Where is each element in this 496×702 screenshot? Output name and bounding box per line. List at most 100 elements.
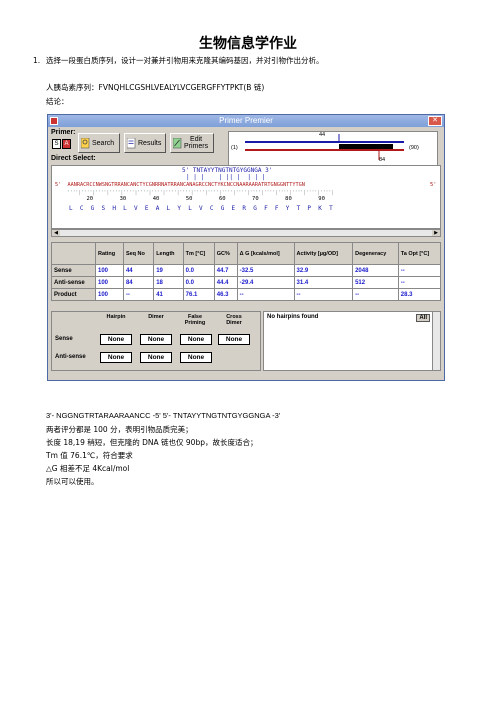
no-hairpins-message: No hairpins found [267, 314, 319, 320]
primer-premier-window: Primer Premier ✕ Primer: S A Search Resu… [47, 114, 445, 381]
table-row: Sense 100 44 19 0.0 44.7 -32.5 32.9 2048… [51, 264, 442, 277]
vertical-scrollbar[interactable] [432, 312, 440, 370]
cell: -32.5 [236, 264, 295, 277]
row-label: Anti-sense [51, 276, 96, 289]
table-row: Anti-sense 100 84 18 0.0 44.4 -29.4 31.4… [51, 276, 442, 289]
antisense-hairpin-button[interactable]: None [100, 352, 132, 363]
cell: 44.4 [213, 276, 238, 289]
table-header-row: Rating Seq No Length Tm [°C] GC% Δ G [kc… [51, 242, 442, 265]
search-button[interactable]: Search [78, 133, 120, 153]
note-3: Tm 值 76.1℃，符合要求 [46, 451, 133, 460]
search-label: Search [92, 139, 115, 147]
antisense-dimer-button[interactable]: None [140, 352, 172, 363]
question-number: 1. [33, 56, 41, 65]
cell: 19 [153, 264, 184, 277]
close-button[interactable]: ✕ [428, 116, 442, 126]
header-cell: Seq No [122, 242, 155, 265]
header-cell: Degeneracy [352, 242, 399, 265]
page-title: 生物信息学作业 [199, 36, 297, 52]
false-priming-header: False Priming [184, 314, 206, 326]
note-1: 两者评分都是 100 分，表明引物品质完美； [46, 425, 193, 434]
cell: 100 [95, 276, 124, 289]
cell: 41 [153, 288, 184, 301]
sense-false-priming-button[interactable]: None [180, 334, 212, 345]
cell: 512 [352, 276, 399, 289]
header-cell: Δ G [kcals/mol] [236, 242, 295, 265]
edit-icon [173, 137, 182, 148]
cell: 44.7 [213, 264, 238, 277]
results-icon [127, 137, 136, 148]
ruler-numbers: 20 30 40 50 60 70 80 90 [60, 196, 325, 202]
antisense-row-label: Anti-sense [55, 354, 86, 360]
cell: 44 [122, 264, 155, 277]
horizontal-scrollbar[interactable]: ◀ ▶ [51, 229, 441, 237]
scroll-left-icon[interactable]: ◀ [52, 230, 60, 236]
cell: 31.4 [293, 276, 354, 289]
results-button[interactable]: Results [124, 133, 166, 153]
cell: 100 [95, 264, 124, 277]
cell: -- [293, 288, 354, 301]
cell: 100 [95, 288, 124, 301]
question-text: 选择一段蛋白质序列，设计一对兼并引物用来克隆其编码基因，并对引物作出分析。 [46, 56, 324, 65]
cell: 84 [122, 276, 155, 289]
primers-line: 3'- NGGNGTRTARAARAANCC -5' 5'- TNTAYYTNG… [46, 411, 281, 420]
cell: 46.3 [213, 288, 238, 301]
cell: 28.3 [397, 288, 442, 301]
edit-primers-label: Edit Primers [184, 136, 209, 150]
table-row: Product 100 -- 41 76.1 46.3 -- -- -- 28.… [51, 288, 442, 301]
antisense-toggle[interactable]: A [62, 139, 71, 149]
cell: -- [122, 288, 155, 301]
header-cell [51, 242, 96, 265]
window-title: Primer Premier [219, 116, 273, 125]
cell: 0.0 [182, 264, 215, 277]
dna-sequence: 5' AANRACRCCNWSNGTRRANCANCTYCGNRRNATRRAN… [55, 182, 305, 188]
edit-primers-button[interactable]: Edit Primers [170, 133, 214, 153]
details-panel: No hairpins found All [263, 311, 441, 371]
cross-dimer-button[interactable]: None [218, 334, 250, 345]
cell: -- [352, 288, 399, 301]
cell: 2048 [352, 264, 399, 277]
title-bar: Primer Premier ✕ [48, 115, 444, 127]
results-label: Results [138, 139, 162, 147]
cell: 76.1 [182, 288, 215, 301]
sense-toggle[interactable]: S [52, 139, 61, 149]
sense-hairpin-button[interactable]: None [100, 334, 132, 345]
header-cell: Rating [95, 242, 124, 265]
cell: -29.4 [236, 276, 295, 289]
cell: -- [236, 288, 295, 301]
cross-dimer-header: Cross Dimer [226, 314, 242, 326]
cell: 32.9 [293, 264, 354, 277]
search-icon [81, 137, 90, 148]
direct-select-label: Direct Select: [51, 155, 96, 162]
header-cell: GC% [213, 242, 238, 265]
primer-map: 44 (1) (90) 84 [228, 131, 438, 167]
cell: -- [397, 264, 442, 277]
cell: -- [397, 276, 442, 289]
sense-row-label: Sense [55, 336, 73, 342]
all-button[interactable]: All [416, 314, 430, 322]
results-table: Rating Seq No Length Tm [°C] GC% Δ G [kc… [51, 242, 442, 301]
header-cell: Activity [µg/OD] [293, 242, 354, 265]
dna-end-label: 5' [430, 182, 437, 188]
hairpin-header: Hairpin [106, 314, 126, 320]
sense-primer-seq: 5' TNTAYYTNGTNTGYGGNGA 3' [182, 167, 273, 174]
primer-label: Primer: [51, 129, 76, 136]
note-5: 所以可以使用。 [46, 477, 99, 486]
header-cell: Ta Opt [°C] [397, 242, 442, 265]
cell: 18 [153, 276, 184, 289]
primer-map-diagram [245, 134, 404, 160]
checks-panel: Hairpin Dimer False Priming Cross Dimer … [51, 311, 261, 371]
sense-dimer-button[interactable]: None [140, 334, 172, 345]
note-4: △G 相差不足 4Kcal/mol [46, 464, 130, 473]
sequence-line: 人胰岛素序列：FVNQHLCGSHLVEALYLVCGERGFFYTPKT(B … [46, 83, 265, 92]
match-bars: | | | | || | | | | [186, 174, 266, 181]
header-cell: Tm [°C] [182, 242, 215, 265]
dimer-header: Dimer [148, 314, 164, 320]
note-2: 长度 18,19 稍短，但克隆的 DNA 链也仅 90bp，故长度适合； [46, 438, 258, 447]
amino-acid-sequence: L C G S H L V E A L Y L V C G E R G F F … [69, 205, 333, 212]
cell: 0.0 [182, 276, 215, 289]
row-label: Product [51, 288, 96, 301]
conclusion-label: 结论： [46, 97, 69, 106]
antisense-false-priming-button[interactable]: None [180, 352, 212, 363]
scroll-right-icon[interactable]: ▶ [432, 230, 440, 236]
